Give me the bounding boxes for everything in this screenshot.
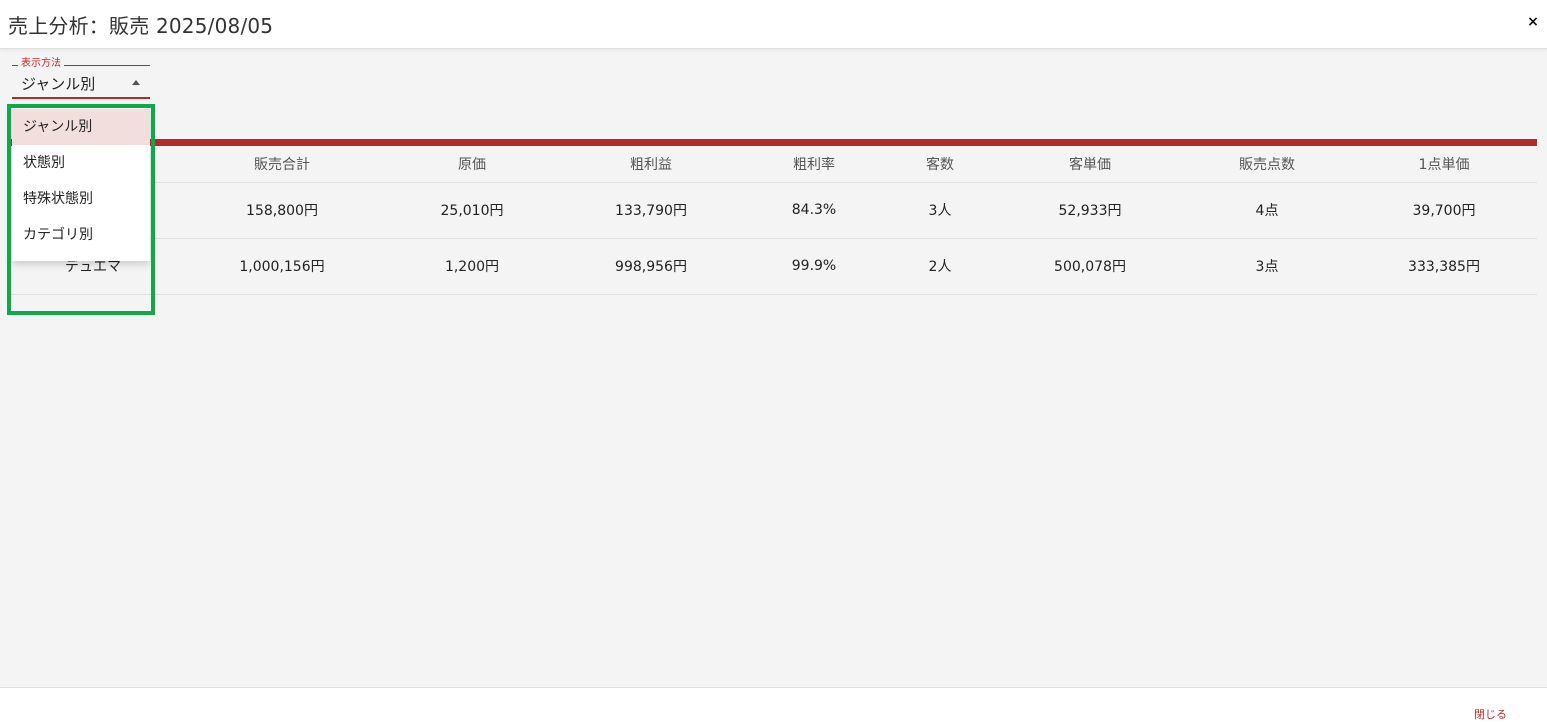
table-cell: 333,385円 xyxy=(1351,238,1537,295)
table-row: 158,800円 25,010円 133,790円 84.3% 3人 52,93… xyxy=(9,182,1537,239)
column-header: 粗利率 xyxy=(745,146,883,183)
column-header: 客数 xyxy=(883,146,997,183)
close-icon[interactable]: × xyxy=(1527,13,1539,31)
sales-table: 販売合計 原価 粗利益 粗利率 客数 客単価 販売点数 1点単価 158,800… xyxy=(9,146,1537,295)
option-category[interactable]: カテゴリ別 xyxy=(12,217,150,253)
select-value: ジャンル別 xyxy=(21,75,96,93)
table-cell: 3人 xyxy=(883,182,997,239)
column-header: 販売点数 xyxy=(1183,146,1351,183)
content-area: 表示方法 ジャンル別 ジャンル別 状態別 特殊状態別 カテゴリ別 販売合計 原価… xyxy=(0,49,1547,687)
column-header: 原価 xyxy=(387,146,557,183)
table-header-row: 販売合計 原価 粗利益 粗利率 客数 客単価 販売点数 1点単価 xyxy=(9,146,1537,183)
table-accent-bar xyxy=(9,139,1537,146)
table-cell: 1,200円 xyxy=(387,238,557,295)
table-cell: 3点 xyxy=(1183,238,1351,295)
option-genre[interactable]: ジャンル別 xyxy=(12,109,150,145)
table-cell: 52,933円 xyxy=(997,182,1183,239)
display-mode-dropdown: ジャンル別 状態別 特殊状態別 カテゴリ別 xyxy=(12,107,150,261)
dialog-header: 売上分析：販売 2025/08/05 × xyxy=(0,0,1547,49)
table-cell: 4点 xyxy=(1183,182,1351,239)
display-mode-select[interactable]: 表示方法 ジャンル別 xyxy=(12,57,150,99)
table-cell: 39,700円 xyxy=(1351,182,1537,239)
column-header: 販売合計 xyxy=(177,146,387,183)
table-cell: 25,010円 xyxy=(387,182,557,239)
table-cell: 133,790円 xyxy=(557,182,745,239)
dialog-footer: 閉じる xyxy=(0,687,1547,725)
option-condition[interactable]: 状態別 xyxy=(12,145,150,181)
select-label: 表示方法 xyxy=(18,57,64,71)
column-header: 粗利益 xyxy=(557,146,745,183)
close-button[interactable]: 閉じる xyxy=(1474,706,1507,722)
table-cell: 1,000,156円 xyxy=(177,238,387,295)
table-cell: 998,956円 xyxy=(557,238,745,295)
table-row: デュエマ 1,000,156円 1,200円 998,956円 99.9% 2人… xyxy=(9,238,1537,295)
sales-table-container: 販売合計 原価 粗利益 粗利率 客数 客単価 販売点数 1点単価 158,800… xyxy=(9,139,1537,295)
option-special-condition[interactable]: 特殊状態別 xyxy=(12,181,150,217)
table-cell: 158,800円 xyxy=(177,182,387,239)
page-title: 売上分析：販売 2025/08/05 xyxy=(8,14,274,38)
caret-up-icon xyxy=(132,80,140,85)
table-cell: 84.3% xyxy=(745,182,883,239)
column-header: 1点単価 xyxy=(1351,146,1537,183)
table-cell: 2人 xyxy=(883,238,997,295)
table-cell: 500,078円 xyxy=(997,238,1183,295)
column-header: 客単価 xyxy=(997,146,1183,183)
table-cell: 99.9% xyxy=(745,238,883,295)
